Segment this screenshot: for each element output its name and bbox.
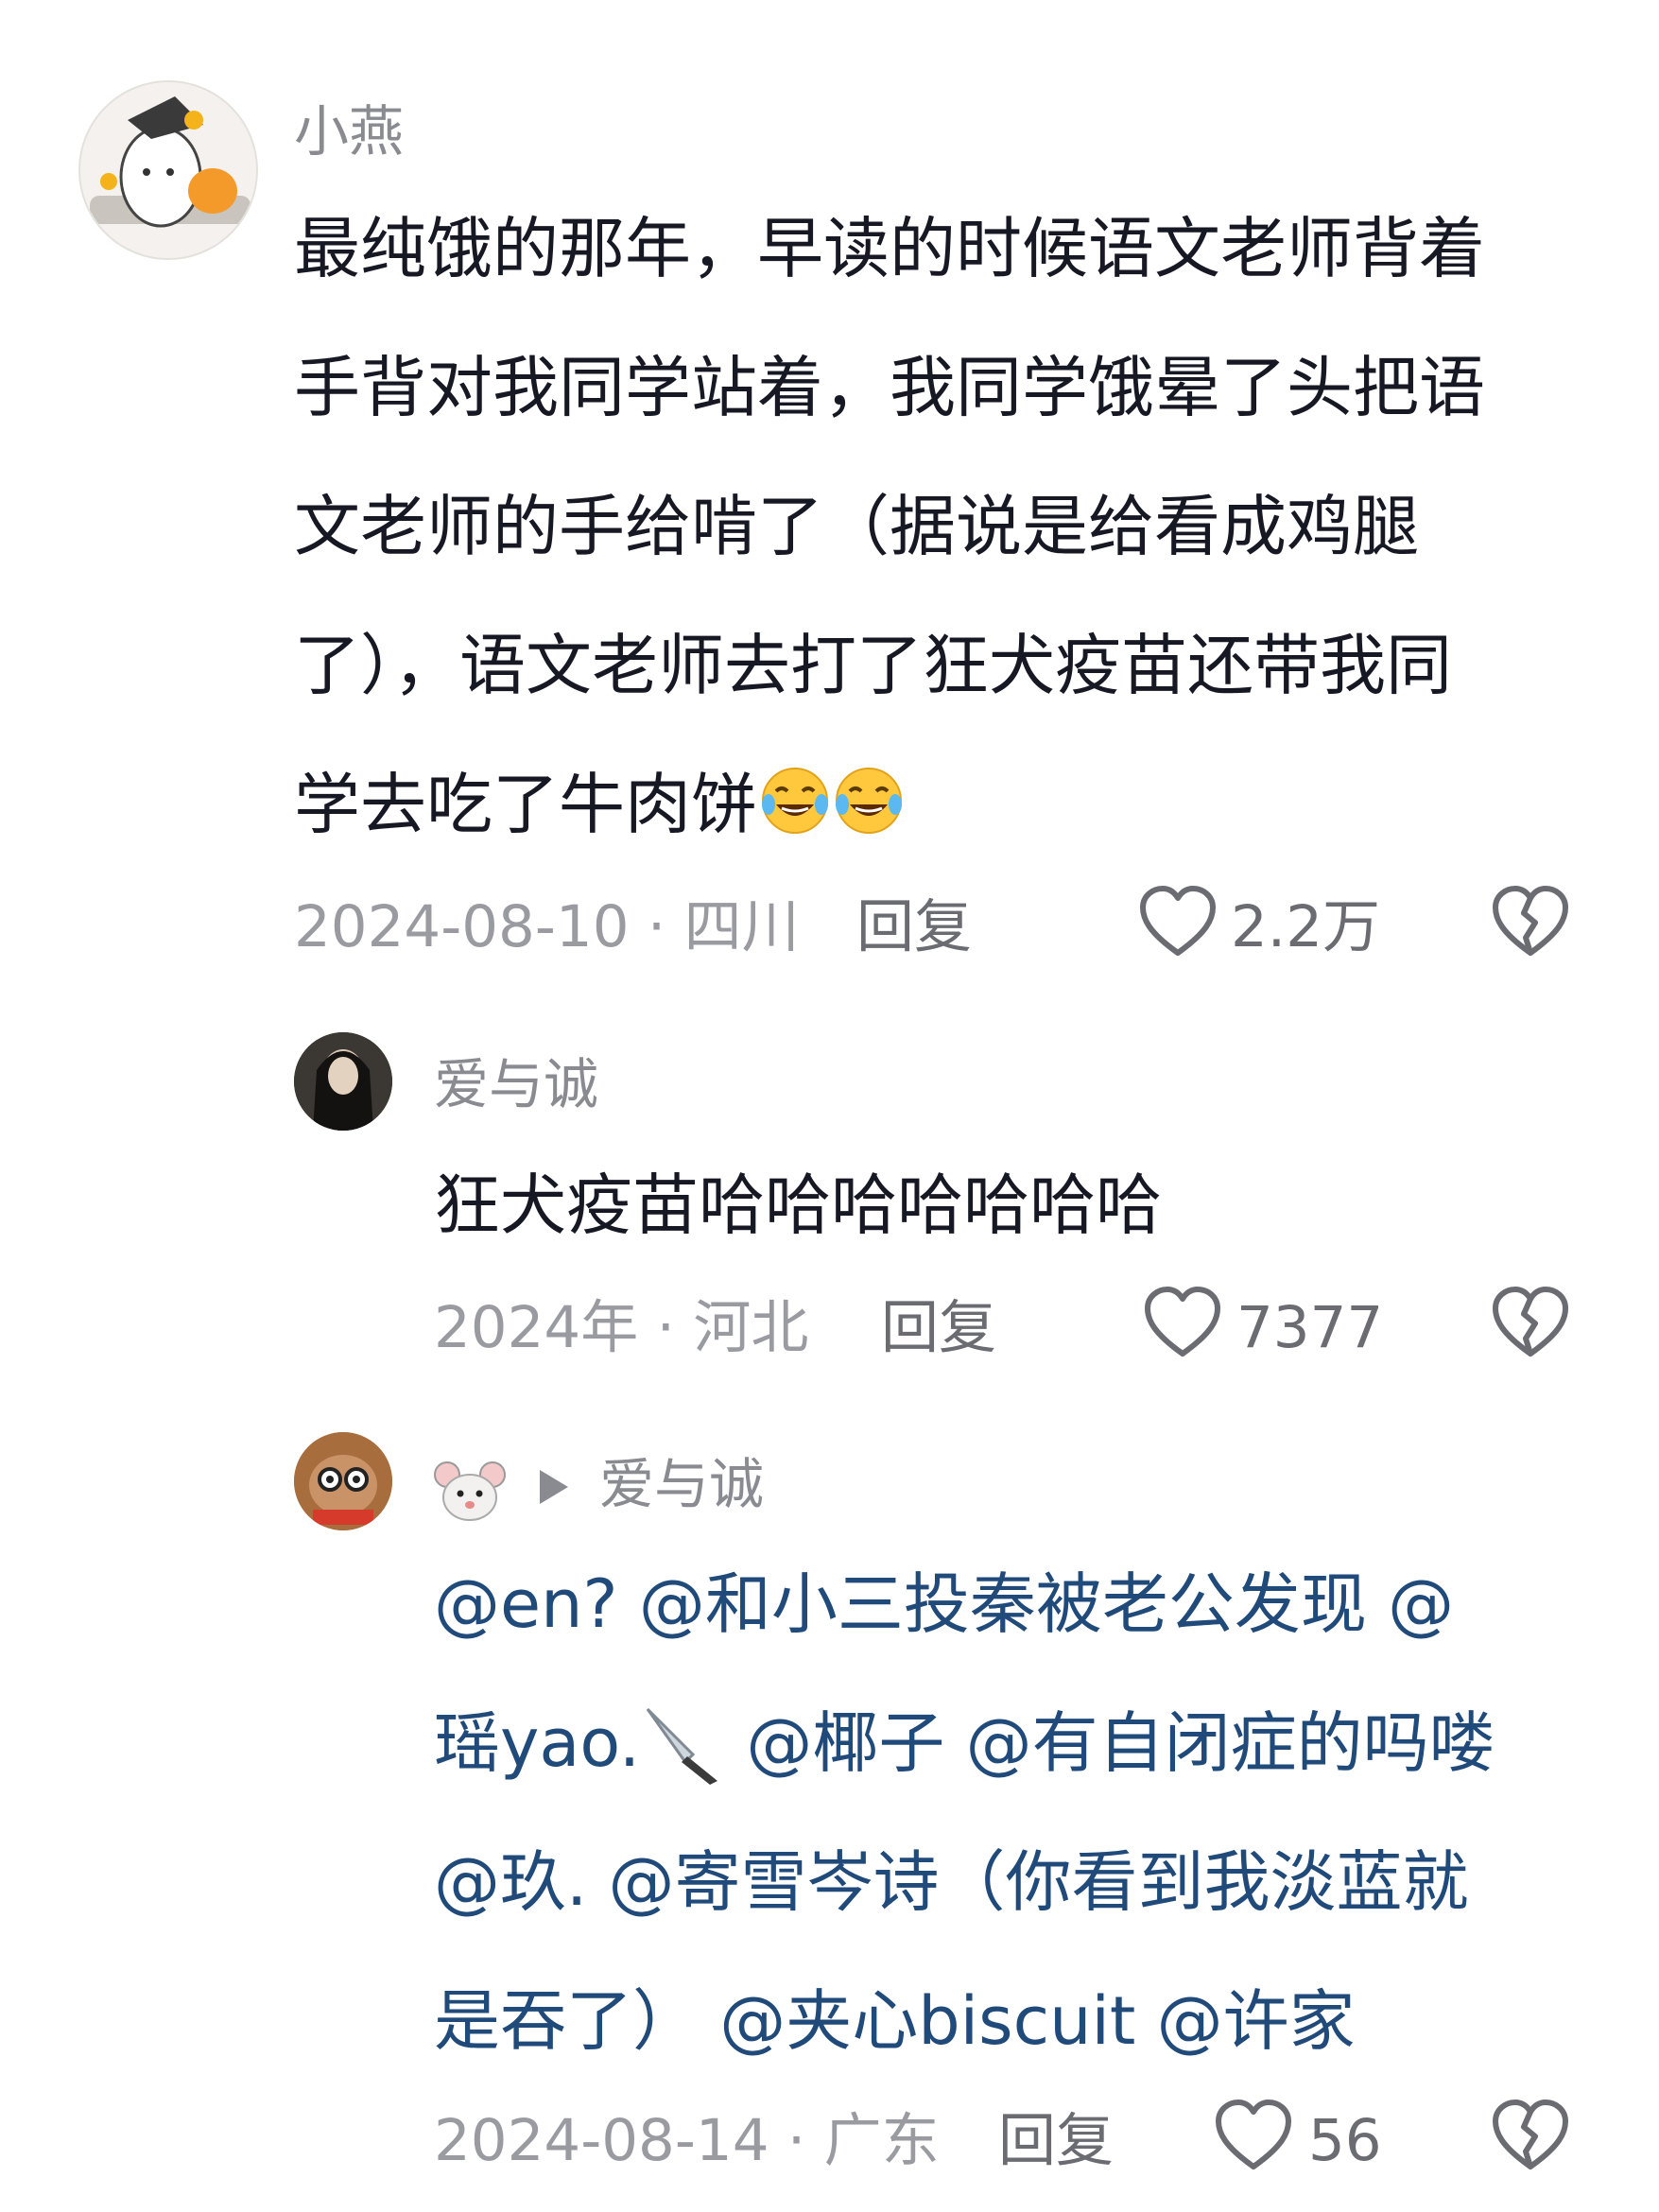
reply-button[interactable]: 回复 bbox=[856, 898, 972, 956]
comment-line-with-emoji: 瑶yao. @椰子 @有自闭症的吗喽 bbox=[434, 1674, 1495, 1813]
comment-line-with-emoji: 学去吃了牛肉饼 bbox=[294, 735, 1485, 874]
broken-heart-icon[interactable] bbox=[1492, 885, 1569, 959]
reply-to-username[interactable]: 爱与诚 bbox=[599, 1457, 764, 1512]
mention[interactable]: 瑶yao. bbox=[434, 1704, 640, 1782]
comment-line: 手背对我同学站着，我同学饿晕了头把语 bbox=[294, 349, 1485, 426]
avatar[interactable] bbox=[78, 80, 258, 260]
reply-button[interactable]: 回复 bbox=[998, 2112, 1114, 2169]
comment-line[interactable]: @玖. @寄雪岑诗（你看到我淡蓝就 bbox=[434, 1813, 1495, 1952]
comment-meta: 2024-08-14 · 广东 bbox=[434, 2107, 940, 2174]
heart-icon[interactable] bbox=[1144, 1286, 1221, 1359]
comment-line: 了），语文老师去打了狂犬疫苗还带我同 bbox=[294, 627, 1452, 704]
mention[interactable]: @椰子 @有自闭症的吗喽 bbox=[725, 1704, 1495, 1782]
comment-text: 最纯饿的那年，早读的时候语文老师背着 手背对我同学站着，我同学饿晕了头把语 文老… bbox=[294, 180, 1485, 874]
comment-line[interactable]: 是吞了） @夹心biscuit @许家 bbox=[434, 1952, 1495, 2091]
reply-arrow-icon bbox=[540, 1470, 568, 1504]
avatar[interactable] bbox=[294, 1032, 392, 1131]
like-count: 2.2万 bbox=[1231, 893, 1381, 960]
mouse-face-emoji bbox=[434, 1461, 506, 1521]
like-count: 56 bbox=[1308, 2107, 1382, 2174]
username[interactable]: 爱与诚 bbox=[434, 1057, 598, 1112]
comment-line: 最纯饿的那年，早读的时候语文老师背着 bbox=[294, 210, 1485, 287]
broken-heart-icon[interactable] bbox=[1492, 2099, 1569, 2172]
comment-line: 文老师的手给啃了（据说是给看成鸡腿 bbox=[294, 488, 1419, 565]
broken-heart-icon[interactable] bbox=[1492, 1286, 1569, 1359]
reply-button[interactable]: 回复 bbox=[881, 1299, 996, 1357]
avatar[interactable] bbox=[294, 1432, 392, 1530]
heart-icon[interactable] bbox=[1139, 885, 1217, 959]
username[interactable]: 小燕 bbox=[294, 104, 404, 159]
heart-icon[interactable] bbox=[1215, 2099, 1292, 2172]
like-count: 7377 bbox=[1236, 1294, 1384, 1361]
comment-meta: 2024-08-10 · 四川 bbox=[294, 893, 800, 960]
laughing-crying-emoji bbox=[836, 768, 902, 834]
comment-meta: 2024年 · 河北 bbox=[434, 1294, 809, 1361]
knife-emoji bbox=[646, 1707, 718, 1785]
comment-text: @en? @和小三投秦被老公发现 @ 瑶yao. @椰子 @有自闭症的吗喽 @玖… bbox=[434, 1535, 1495, 2091]
comment-line: 学去吃了牛肉饼 bbox=[294, 766, 757, 843]
laughing-crying-emoji bbox=[762, 768, 828, 834]
comment-text: 狂犬疫苗哈哈哈哈哈哈哈 bbox=[434, 1166, 1162, 1244]
comment-line[interactable]: @en? @和小三投秦被老公发现 @ bbox=[434, 1535, 1495, 1674]
